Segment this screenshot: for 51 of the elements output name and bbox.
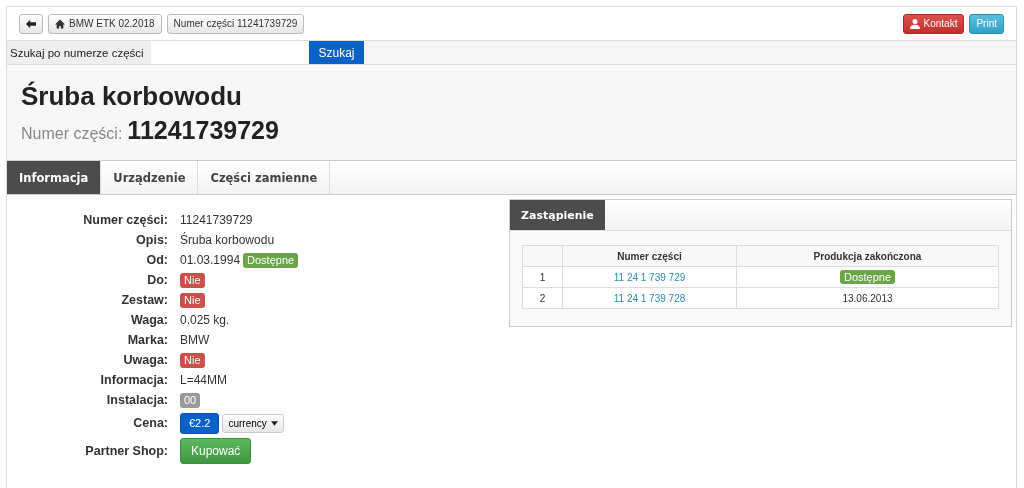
table-cell: 2: [522, 287, 563, 309]
status-badge: Dostępne: [243, 252, 299, 268]
status-badge: Nie: [180, 272, 205, 288]
detail-label: Waga:: [129, 312, 168, 328]
detail-label: Instalacja:: [105, 392, 168, 408]
breadcrumb-button[interactable]: Numer części 11241739729: [166, 13, 305, 34]
status-badge: 00: [180, 392, 201, 408]
detail-label: Opis:: [135, 232, 168, 248]
part-link[interactable]: 11 24 1 739 728: [613, 292, 686, 304]
column-header: Numer części: [562, 245, 737, 267]
home-icon: [55, 18, 65, 29]
detail-label: Do:: [146, 272, 168, 288]
detail-label: Marka:: [126, 332, 168, 348]
detail-value: 0.025 kg.: [180, 313, 230, 327]
back-button[interactable]: [19, 13, 43, 34]
back-arrow-icon: [26, 18, 36, 29]
status-badge: Nie: [180, 292, 205, 308]
tab[interactable]: Urządzenie: [101, 161, 199, 194]
price-button[interactable]: €2.2: [180, 412, 220, 434]
detail-value: Śruba korbowodu: [180, 233, 275, 247]
search-label: Szukaj po numerze części: [7, 41, 151, 64]
detail-value: 11241739729: [180, 213, 253, 227]
contact-button[interactable]: Kontakt: [902, 13, 965, 34]
detail-label: Od:: [145, 252, 168, 268]
detail-label: Cena:: [132, 415, 168, 431]
panel-tab[interactable]: Zastąpienie: [510, 200, 605, 230]
search-field[interactable]: [151, 41, 309, 64]
column-header: Produkcja zakończona: [736, 245, 999, 267]
detail-value: BMW: [180, 333, 210, 347]
part-number-label: Numer części:: [21, 124, 123, 143]
table-cell: 1: [522, 266, 563, 288]
detail-label: Informacja:: [99, 372, 168, 388]
currency-dropdown[interactable]: currency: [222, 413, 284, 433]
table-cell: 13.06.2013: [736, 287, 999, 309]
status-badge: Dostępne: [839, 269, 896, 284]
person-icon: [909, 18, 920, 29]
detail-label: Numer części:: [82, 212, 168, 228]
part-number: 11241739729: [127, 115, 279, 145]
part-link[interactable]: 11 24 1 739 729: [613, 271, 686, 283]
status-badge: Nie: [180, 352, 205, 368]
detail-label: Zestaw:: [120, 292, 168, 308]
detail-value: 01.03.1994: [180, 253, 241, 267]
detail-label: Uwaga:: [122, 352, 168, 368]
part-title: Śruba korbowodu: [21, 80, 243, 112]
search-button[interactable]: Szukaj: [309, 41, 364, 64]
tab[interactable]: Części zamienne: [198, 161, 331, 194]
breadcrumb-button[interactable]: BMW ETK 02.2018: [48, 13, 162, 34]
tab[interactable]: Informacja: [7, 161, 102, 194]
detail-value: L=44MM: [180, 373, 228, 387]
detail-label: Partner Shop:: [84, 443, 168, 459]
caret-icon: [270, 420, 278, 426]
